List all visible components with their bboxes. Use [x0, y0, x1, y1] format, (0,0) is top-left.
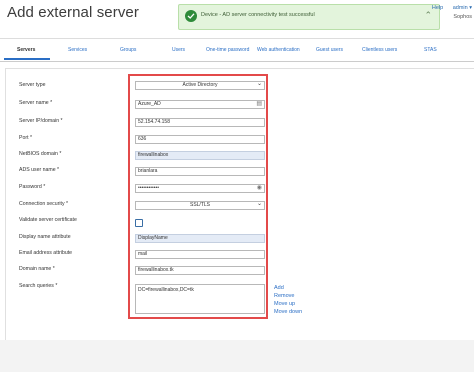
tab-bar: Servers Services Groups Users One-time p… — [0, 38, 474, 62]
tab-stas[interactable]: STAS — [424, 47, 437, 53]
tab-groups[interactable]: Groups — [120, 47, 136, 53]
active-tab-indicator — [4, 58, 50, 60]
move-up-link[interactable]: Move up — [274, 300, 302, 308]
check-icon — [185, 10, 197, 22]
label-validate-certificate: Validate server certificate — [19, 217, 77, 223]
footer-bar — [0, 340, 474, 372]
page-title: Add external server — [7, 4, 139, 21]
label-email-attribute: Email address attribute — [19, 250, 73, 256]
help-link[interactable]: Help — [432, 5, 443, 11]
label-server-ip: Server IP/domain * — [19, 118, 63, 124]
label-display-name: Display name attribute — [19, 234, 71, 240]
label-server-type: Server type — [19, 82, 46, 88]
tab-clientless-users[interactable]: Clientless users — [362, 47, 397, 53]
label-server-name: Server name * — [19, 100, 53, 106]
move-down-link[interactable]: Move down — [274, 308, 302, 316]
label-domain-name: Domain name * — [19, 266, 55, 272]
label-connection-security: Connection security * — [19, 201, 69, 207]
success-toast: Device - AD server connectivity test suc… — [178, 4, 440, 30]
tab-users[interactable]: Users — [172, 47, 185, 53]
remove-link[interactable]: Remove — [274, 292, 302, 300]
label-password: Password * — [19, 184, 46, 190]
collapse-icon[interactable]: ⌃ — [424, 10, 432, 21]
brand-label: Sophos — [453, 14, 472, 20]
label-netbios: NetBIOS domain * — [19, 151, 62, 157]
top-links: Help admin ▾ — [432, 5, 472, 11]
admin-menu[interactable]: admin ▾ — [453, 5, 472, 11]
toast-message: Device - AD server connectivity test suc… — [201, 12, 315, 18]
add-link[interactable]: Add — [274, 284, 302, 292]
tab-guest-users[interactable]: Guest users — [316, 47, 343, 53]
tab-servers[interactable]: Servers — [17, 47, 35, 53]
tab-web-authentication[interactable]: Web authentication — [257, 47, 300, 53]
search-query-actions: Add Remove Move up Move down — [274, 284, 302, 316]
label-search-queries: Search queries * — [19, 283, 58, 289]
tab-one-time-password[interactable]: One-time password — [206, 47, 249, 53]
label-ads-user: ADS user name * — [19, 167, 60, 173]
tab-services[interactable]: Services — [68, 47, 87, 53]
label-port: Port * — [19, 135, 32, 141]
highlight-box — [128, 74, 268, 319]
